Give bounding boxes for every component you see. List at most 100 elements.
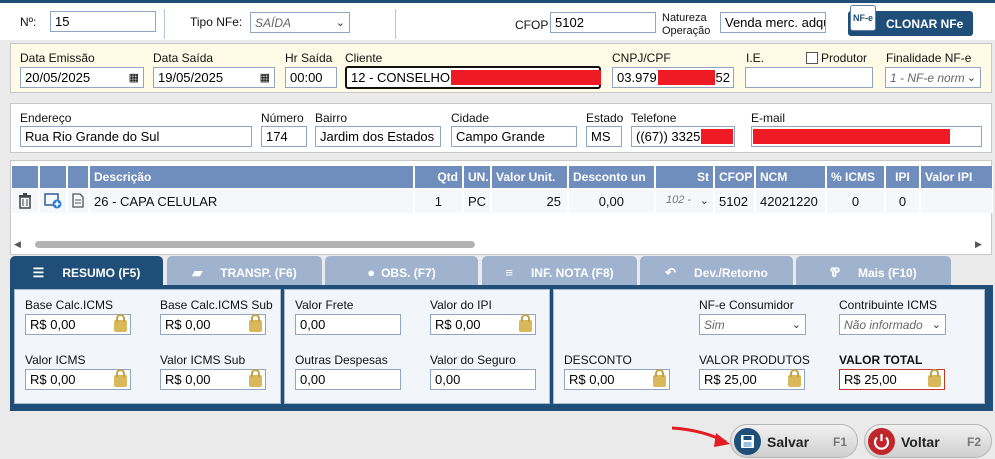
base-calc-icms-label: Base Calc.ICMS — [25, 298, 114, 312]
valor-frete-input[interactable]: 0,00 — [295, 314, 401, 335]
clonar-nfe-button[interactable]: NF-e CLONAR NFe — [848, 5, 973, 36]
tab-inf-nota-label: INF. NOTA (F8) — [530, 266, 614, 280]
horizontal-scrollbar[interactable] — [35, 241, 475, 248]
cell-descricao: 26 - CAPA CELULAR — [90, 189, 414, 213]
lock-icon — [249, 369, 262, 387]
nfe-consumidor-label: NF-e Consumidor — [699, 298, 794, 312]
nfe-icon: NF-e — [850, 5, 876, 31]
document-icon[interactable] — [68, 189, 89, 213]
estado-label: Estado — [586, 111, 624, 125]
numero-end-input[interactable]: 174 — [261, 126, 307, 147]
grid-header-cfop[interactable]: CFOP — [715, 166, 755, 188]
grid-header-ncm[interactable]: NCM — [756, 166, 826, 188]
operacao-label: Operação — [662, 25, 711, 37]
finalidade-select[interactable]: 1 - NF-e norm ⌄ — [885, 67, 981, 88]
natureza-input[interactable]: Venda merc. adqu — [720, 12, 826, 33]
cell-ipi: 0 — [886, 189, 920, 213]
grid-header-icms[interactable]: % ICMS — [827, 166, 885, 188]
tab-obs[interactable]: ● OBS. (F7) — [325, 256, 478, 286]
cell-qtd: 1 — [415, 189, 463, 213]
nfe-consumidor-select[interactable]: Sim ⌄ — [699, 314, 806, 335]
database-icon: ≡ — [505, 265, 513, 280]
arrow-annotation-icon — [671, 426, 730, 447]
outras-despesas-label: Outras Despesas — [295, 353, 388, 367]
redaction — [658, 70, 715, 85]
chat-icon: ● — [367, 265, 376, 280]
tab-dev-retorno[interactable]: ↶ Dev./Retorno — [640, 256, 793, 286]
voltar-shortcut: F2 — [966, 435, 981, 449]
truck-icon: ▰ — [192, 265, 203, 280]
telefone-label: Telefone — [631, 111, 677, 125]
numero-label: Nº: — [20, 15, 37, 29]
chevron-down-icon: ⌄ — [699, 195, 709, 207]
desconto-label: DESCONTO — [564, 353, 632, 367]
trash-icon[interactable] — [12, 189, 39, 213]
cell-valor-unit: 25 — [492, 189, 568, 213]
cell-desconto: 0,00 — [569, 189, 655, 213]
data-emissao-value: 20/05/2025 — [25, 70, 91, 85]
cfop-label: CFOP — [515, 18, 549, 32]
calendar-icon[interactable]: ▦ — [260, 71, 270, 84]
estado-input[interactable]: MS — [586, 126, 622, 147]
endereco-input[interactable]: Rua Rio Grande do Sul — [20, 126, 252, 147]
data-saida-value: 19/05/2025 — [158, 70, 224, 85]
tab-mais-label: Mais (F10) — [858, 266, 917, 280]
tab-transp[interactable]: ▰ TRANSP. (F6) — [167, 256, 322, 286]
grid-header-ipi[interactable]: IPI — [886, 166, 920, 188]
produtor-checkbox[interactable] — [806, 52, 818, 64]
tab-dev-retorno-label: Dev./Retorno — [694, 266, 768, 280]
resumo-panel: Base Calc.ICMS R$ 0,00 Base Calc.ICMS Su… — [10, 285, 993, 411]
cell-valor-ipi — [921, 189, 993, 213]
ie-label: I.E. — [746, 51, 765, 65]
valor-frete-label: Valor Frete — [295, 298, 354, 312]
finalidade-value: 1 - NF-e norm — [890, 71, 965, 85]
grid-header-descricao[interactable]: Descrição — [90, 166, 414, 188]
tipo-nfe-select[interactable]: SAÍDA ⌄ — [250, 12, 350, 33]
save-icon — [734, 428, 761, 455]
grid-header-un[interactable]: UN. — [464, 166, 491, 188]
fork-icon: Ꮘ — [830, 265, 841, 280]
salvar-button[interactable]: Salvar F1 — [730, 424, 858, 458]
grid-header-blank — [12, 166, 39, 188]
cfop-input[interactable]: 5102 — [550, 12, 656, 33]
scroll-right-icon[interactable]: ▶ — [975, 239, 982, 250]
hr-saida-input[interactable]: 00:00 — [285, 67, 337, 88]
tab-bar: ☰ RESUMO (F5) ▰ TRANSP. (F6) ● OBS. (F7) ≡ I… — [10, 256, 992, 286]
contribuinte-select[interactable]: Não informado ⌄ — [839, 314, 946, 335]
grid-header-valor-ipi[interactable]: Valor IPI — [921, 166, 993, 188]
calendar-icon[interactable]: ▦ — [129, 71, 139, 84]
numero-input[interactable]: 15 — [50, 11, 156, 32]
data-saida-input[interactable]: 19/05/2025 ▦ — [153, 67, 275, 88]
chevron-down-icon: ⌄ — [966, 72, 976, 84]
ie-input[interactable] — [745, 67, 873, 88]
data-saida-label: Data Saída — [153, 51, 214, 65]
valor-ipi-label: Valor do IPI — [430, 298, 492, 312]
bairro-input[interactable]: Jardim dos Estados — [315, 126, 441, 147]
tab-inf-nota[interactable]: ≡ INF. NOTA (F8) — [482, 256, 637, 286]
items-grid: Descrição Qtd UN. Valor Unit. Desconto u… — [10, 160, 993, 255]
grid-header-valor-unit[interactable]: Valor Unit. — [492, 166, 568, 188]
st-select[interactable]: 102 - ⌄ — [656, 189, 714, 213]
scroll-left-icon[interactable]: ◀ — [14, 239, 21, 250]
lock-icon — [519, 314, 532, 332]
grid-header-qtd[interactable]: Qtd — [415, 166, 463, 188]
tab-mais[interactable]: Ꮘ Mais (F10) — [796, 256, 951, 286]
valor-total-label: VALOR TOTAL — [839, 353, 923, 367]
grid-header-st[interactable]: St — [656, 166, 714, 188]
add-detail-icon[interactable] — [40, 189, 67, 213]
despesas-group: Valor Frete 0,00 Valor do IPI R$ 0,00 Ou… — [284, 289, 550, 404]
produtor-label: Produtor — [821, 51, 868, 65]
salvar-label: Salvar — [767, 434, 810, 450]
outras-despesas-input[interactable]: 0,00 — [295, 369, 401, 390]
cidade-input[interactable]: Campo Grande — [451, 126, 577, 147]
tab-resumo[interactable]: ☰ RESUMO (F5) — [10, 256, 163, 286]
chevron-down-icon: ⌄ — [335, 17, 345, 29]
totais-group: NF-e Consumidor Sim ⌄ Contribuinte ICMS … — [553, 289, 985, 404]
salvar-shortcut: F1 — [832, 435, 847, 449]
data-emissao-input[interactable]: 20/05/2025 ▦ — [20, 67, 144, 88]
endereco-panel: Endereço Rua Rio Grande do Sul Número 17… — [10, 103, 992, 153]
grid-header-desconto[interactable]: Desconto un — [569, 166, 655, 188]
valor-seguro-input[interactable]: 0,00 — [430, 369, 536, 390]
cell-icms: 0 — [827, 189, 885, 213]
voltar-button[interactable]: Voltar F2 — [864, 424, 992, 458]
